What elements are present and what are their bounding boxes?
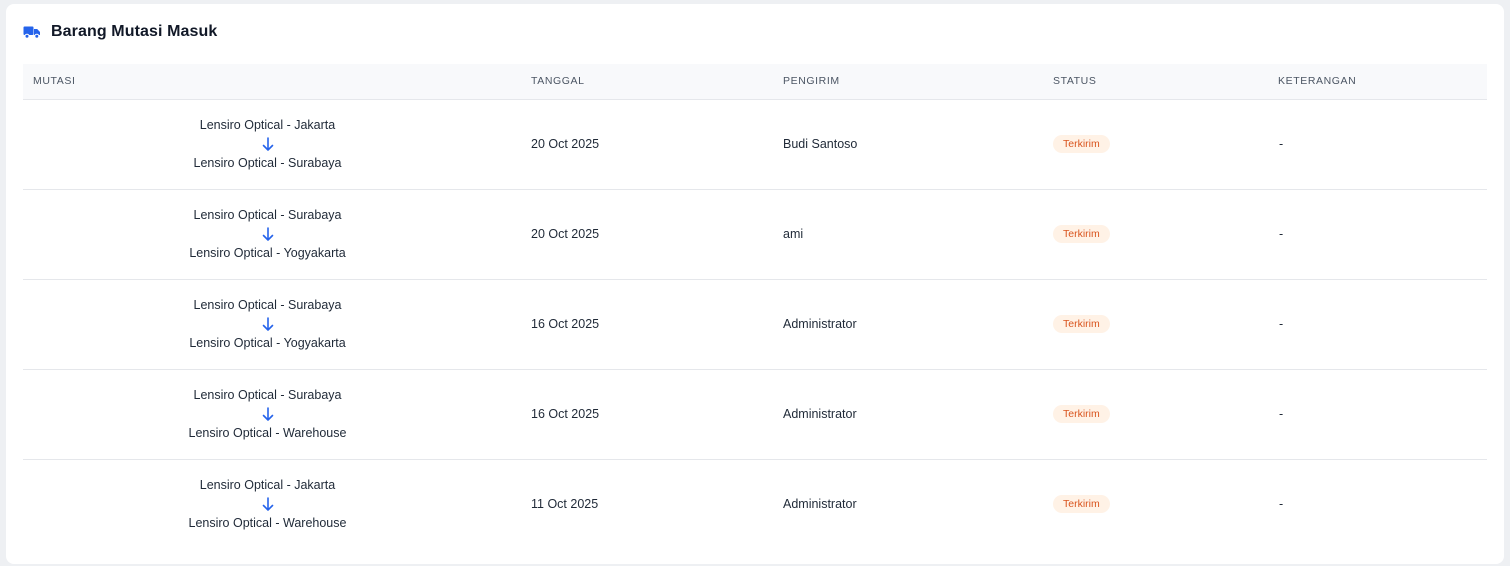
tanggal-cell: 16 Oct 2025 (531, 317, 600, 331)
keterangan-cell: - (1279, 227, 1284, 241)
tanggal-cell: 16 Oct 2025 (531, 407, 600, 421)
route-from: Lensiro Optical - Surabaya (193, 297, 342, 312)
table-row[interactable]: Lensiro Optical - Jakarta Lensiro Optica… (23, 99, 1487, 189)
mutasi-cell: Lensiro Optical - Jakarta Lensiro Optica… (23, 99, 522, 189)
tanggal-cell: 20 Oct 2025 (531, 227, 600, 241)
mutasi-cell: Lensiro Optical - Surabaya Lensiro Optic… (23, 279, 522, 369)
pengirim-cell: ami (783, 227, 804, 241)
transfer-table: MUTASI TANGGAL PENGIRIM STATUS KETERANGA… (23, 64, 1487, 549)
keterangan-cell: - (1279, 317, 1284, 331)
table-row[interactable]: Lensiro Optical - Surabaya Lensiro Optic… (23, 189, 1487, 279)
card-header: Barang Mutasi Masuk (23, 23, 217, 41)
keterangan-cell: - (1279, 137, 1284, 151)
column-header-status: STATUS (1044, 64, 1269, 100)
table-row[interactable]: Lensiro Optical - Jakarta Lensiro Optica… (23, 459, 1487, 549)
route-to: Lensiro Optical - Surabaya (193, 155, 342, 170)
table-row[interactable]: Lensiro Optical - Surabaya Lensiro Optic… (23, 369, 1487, 459)
status-cell: Terkirim (1044, 459, 1269, 549)
pengirim-cell: Administrator (783, 407, 857, 421)
mutasi-cell: Lensiro Optical - Surabaya Lensiro Optic… (23, 189, 522, 279)
route: Lensiro Optical - Surabaya Lensiro Optic… (23, 386, 512, 443)
route: Lensiro Optical - Jakarta Lensiro Optica… (23, 116, 512, 173)
truck-icon (23, 25, 41, 39)
mutasi-cell: Lensiro Optical - Jakarta Lensiro Optica… (23, 459, 522, 549)
status-badge: Terkirim (1053, 495, 1110, 514)
arrow-down-icon (261, 315, 275, 334)
arrow-down-icon (261, 135, 275, 154)
pengirim-cell: Administrator (783, 497, 857, 512)
column-header-pengirim: PENGIRIM (774, 64, 1044, 100)
route-from: Lensiro Optical - Jakarta (199, 117, 336, 132)
arrow-down-icon (261, 495, 275, 514)
column-header-keterangan: KETERANGAN (1269, 64, 1487, 100)
route: Lensiro Optical - Jakarta Lensiro Optica… (23, 476, 512, 533)
keterangan-cell: - (1279, 407, 1284, 421)
status-badge: Terkirim (1053, 135, 1110, 153)
pengirim-cell: Budi Santoso (783, 137, 858, 151)
status-cell: Terkirim (1044, 369, 1269, 459)
route-to: Lensiro Optical - Warehouse (188, 515, 347, 530)
column-header-tanggal: TANGGAL (522, 64, 774, 100)
route: Lensiro Optical - Surabaya Lensiro Optic… (23, 206, 512, 263)
pengirim-cell: Administrator (783, 317, 857, 331)
table-header-row: MUTASI TANGGAL PENGIRIM STATUS KETERANGA… (23, 64, 1487, 100)
mutasi-cell: Lensiro Optical - Surabaya Lensiro Optic… (23, 369, 522, 459)
status-cell: Terkirim (1044, 189, 1269, 279)
status-cell: Terkirim (1044, 99, 1269, 189)
route-to: Lensiro Optical - Yogyakarta (189, 245, 346, 260)
status-badge: Terkirim (1053, 225, 1110, 243)
route-from: Lensiro Optical - Jakarta (199, 477, 336, 492)
incoming-transfer-card: Barang Mutasi Masuk MUTASI TANGGAL PENGI… (6, 4, 1504, 564)
tanggal-cell: 20 Oct 2025 (531, 137, 600, 151)
route: Lensiro Optical - Surabaya Lensiro Optic… (23, 296, 512, 353)
route-to: Lensiro Optical - Yogyakarta (189, 335, 346, 350)
table-row[interactable]: Lensiro Optical - Surabaya Lensiro Optic… (23, 279, 1487, 369)
keterangan-cell: - (1279, 497, 1284, 512)
arrow-down-icon (261, 405, 275, 424)
status-cell: Terkirim (1044, 279, 1269, 369)
tanggal-cell: 11 Oct 2025 (531, 497, 599, 512)
status-badge: Terkirim (1053, 405, 1110, 423)
arrow-down-icon (261, 225, 275, 244)
route-from: Lensiro Optical - Surabaya (193, 387, 342, 402)
route-to: Lensiro Optical - Warehouse (188, 425, 347, 440)
card-title: Barang Mutasi Masuk (51, 23, 218, 40)
route-from: Lensiro Optical - Surabaya (193, 207, 342, 222)
status-badge: Terkirim (1053, 315, 1110, 333)
column-header-mutasi: MUTASI (23, 64, 522, 100)
